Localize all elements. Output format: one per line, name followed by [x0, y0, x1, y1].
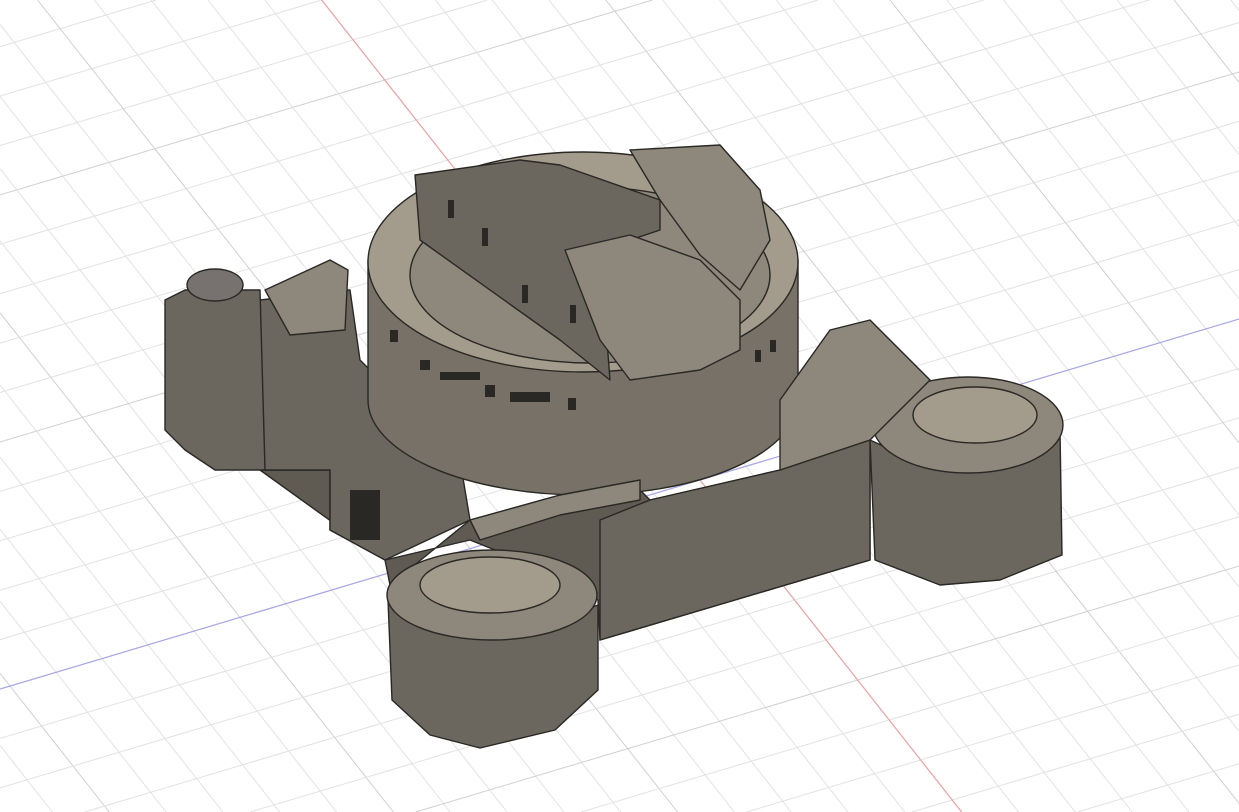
- 3d-viewport[interactable]: [0, 0, 1239, 812]
- left-tower: [164, 289, 266, 471]
- left-turret: [186, 268, 244, 302]
- front-tower-inner: [419, 556, 561, 614]
- right-tower-inner: [912, 386, 1038, 444]
- castle-model[interactable]: [0, 0, 1239, 812]
